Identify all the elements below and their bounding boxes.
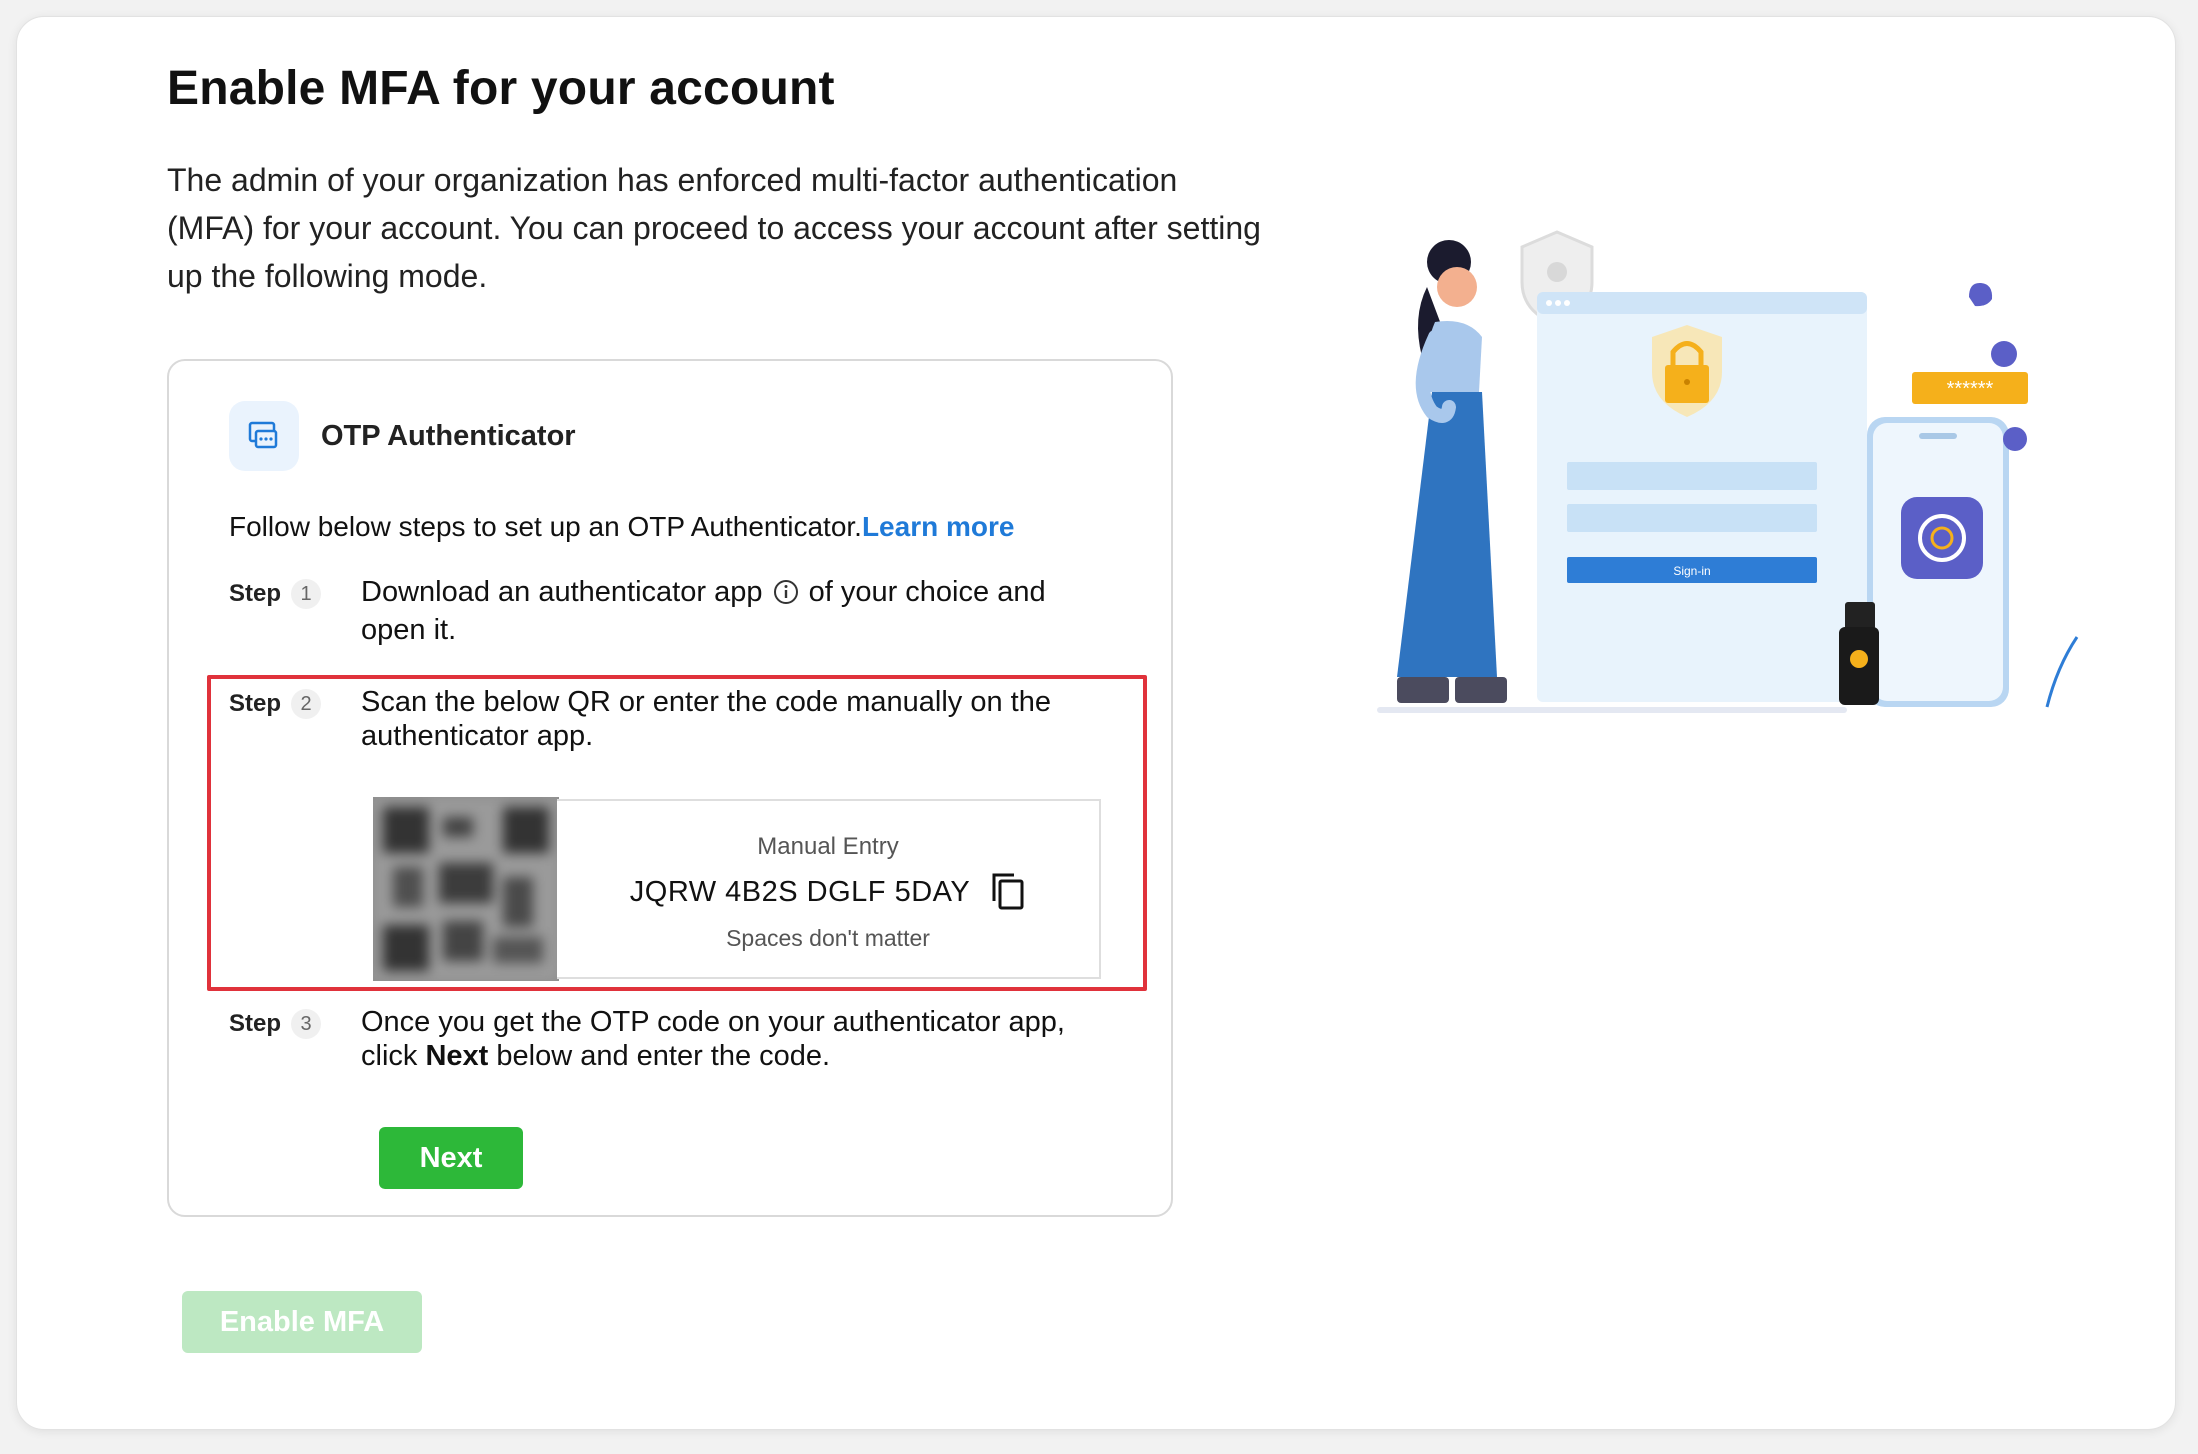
follow-text: Follow below steps to set up an OTP Auth… — [229, 511, 862, 542]
otp-header: OTP Authenticator — [229, 401, 576, 471]
enable-mfa-button[interactable]: Enable MFA — [182, 1291, 422, 1353]
header-section: Enable MFA for your account The admin of… — [167, 61, 1267, 300]
step-1-text: Download an authenticator app of your ch… — [361, 576, 1046, 646]
otp-authenticator-icon — [229, 401, 299, 471]
otp-title: OTP Authenticator — [321, 419, 576, 452]
mfa-illustration: Sign-in ****** — [1377, 230, 2079, 713]
step-number: 3 — [291, 1009, 322, 1039]
step-2-highlight — [207, 675, 1147, 991]
step-label: Step — [229, 580, 282, 607]
next-button[interactable]: Next — [379, 1127, 523, 1189]
page-card: Enable MFA for your account The admin of… — [16, 16, 2176, 1430]
page-title: Enable MFA for your account — [167, 62, 835, 115]
intro-text: The admin of your organization has enfor… — [167, 162, 1261, 294]
step-3-text: Once you get the OTP code on your authen… — [361, 1006, 1065, 1072]
step-number: 1 — [291, 579, 322, 609]
follow-instructions: Follow below steps to set up an OTP Auth… — [229, 511, 1014, 543]
info-icon[interactable] — [773, 579, 799, 613]
step-label: Step — [229, 1010, 282, 1037]
password-mask: ****** — [1947, 378, 1994, 400]
sign-in-label: Sign-in — [1673, 564, 1710, 578]
learn-more-link[interactable]: Learn more — [862, 511, 1015, 542]
